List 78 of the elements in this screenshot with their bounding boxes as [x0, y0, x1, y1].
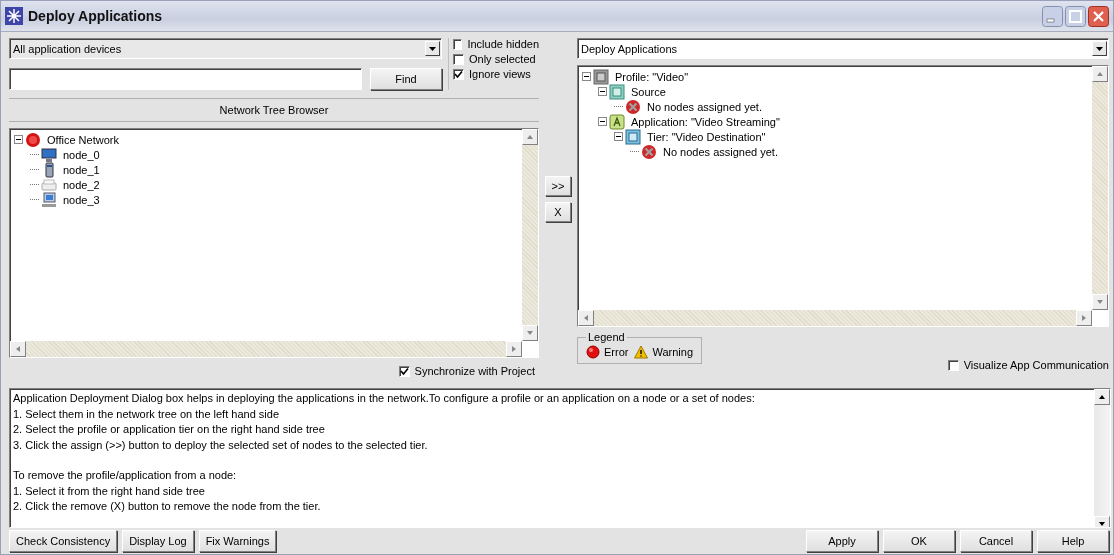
checkbox[interactable] [453, 68, 464, 80]
scroll-down-button[interactable] [1094, 515, 1110, 527]
panel-header: Network Tree Browser [9, 98, 539, 122]
scroll-up-button[interactable] [1094, 389, 1110, 405]
tree-item[interactable]: No nodes assigned yet. [645, 100, 764, 113]
tree-item[interactable]: node_0 [61, 148, 102, 161]
error-icon [641, 143, 657, 160]
tree-item[interactable]: No nodes assigned yet. [661, 145, 780, 158]
scroll-left-button[interactable] [10, 341, 26, 357]
checkbox-label: Include hidden [467, 38, 539, 50]
legend-label: Error [604, 346, 629, 358]
caret-icon [429, 46, 436, 51]
checkbox-label: Visualize App Communication [963, 359, 1109, 371]
checkbox-label: Synchronize with Project [414, 365, 535, 377]
checkbox[interactable] [398, 365, 410, 377]
app-icon [5, 7, 23, 25]
help-text-line: 2. Select the profile or application tier on the right hand side tree [13, 422, 326, 437]
legend-title: Legend [587, 331, 626, 343]
warning-icon [634, 345, 649, 359]
scroll-left-button[interactable] [578, 310, 594, 326]
checkbox[interactable] [947, 359, 959, 371]
window-title: Deploy Applications [28, 8, 164, 24]
tree-item[interactable]: node_2 [61, 178, 102, 191]
minimize-button[interactable] [1042, 5, 1063, 27]
assign-button[interactable]: >> [545, 176, 571, 196]
scroll-right-button[interactable] [506, 341, 522, 357]
error-icon [625, 98, 641, 115]
dialog-button[interactable]: OK [883, 530, 955, 552]
computer-icon [41, 191, 57, 208]
help-text-line: Application Deployment Dialog box helps in deploying the applications in the network.To configure a profile or an application on a node or a set of nodes: [13, 391, 756, 406]
help-text-line: 1. Select it from the right hand side tree [13, 483, 206, 499]
dialog-button[interactable]: Help [1037, 530, 1109, 552]
remove-button[interactable]: X [545, 202, 571, 222]
tree-item[interactable]: Source [629, 85, 668, 98]
square-icon [609, 83, 625, 100]
dialog-button[interactable]: Display Log [122, 530, 194, 552]
dialog-button[interactable]: Apply [806, 530, 878, 552]
scroll-right-button[interactable] [1076, 310, 1092, 326]
expander-icon[interactable] [14, 135, 23, 144]
help-text-line: 3. Click the assign (>>) button to deploy the selected set of nodes to the selected tier. [13, 437, 429, 453]
search-field[interactable] [9, 68, 362, 90]
tree-item[interactable]: node_1 [61, 163, 102, 176]
caret-icon [1096, 46, 1103, 51]
checkbox[interactable] [453, 38, 463, 50]
help-text-line: To remove the profile/application from a node: [13, 468, 238, 483]
maximize-button[interactable] [1065, 5, 1086, 27]
network-icon [25, 131, 41, 148]
checkbox[interactable] [453, 53, 464, 65]
letter-icon [609, 113, 625, 130]
tree-item[interactable]: Office Network [45, 133, 121, 146]
dialog-button[interactable]: Cancel [960, 530, 1032, 552]
dropdown[interactable]: Deploy Applications [577, 38, 1109, 59]
help-text-line: 1. Select them in the network tree on the left hand side [13, 406, 280, 422]
square-icon [593, 68, 609, 85]
expander-icon[interactable] [614, 132, 623, 141]
printer-icon [41, 176, 57, 193]
dropdown[interactable]: All application devices [9, 38, 442, 59]
checkbox-label: Ignore views [469, 68, 531, 80]
legend-label: Warning [652, 346, 693, 358]
scroll-bar[interactable] [10, 341, 522, 357]
expander-icon[interactable] [598, 117, 607, 126]
expander-icon[interactable] [582, 72, 591, 81]
monitor-icon [41, 146, 57, 163]
dialog-button[interactable]: Fix Warnings [198, 530, 277, 552]
checkbox-label: Only selected [469, 53, 536, 65]
find-button[interactable]: Find [370, 68, 442, 90]
expander-icon[interactable] [598, 87, 607, 96]
tree-item[interactable]: Tier: "Video Destination" [645, 130, 768, 143]
tree-item[interactable]: Profile: "Video" [613, 70, 691, 83]
tree-item[interactable]: Application: "Video Streaming" [629, 115, 782, 128]
scroll-bar[interactable] [1094, 389, 1110, 527]
tree-item[interactable]: node_3 [61, 193, 102, 206]
square-icon [625, 128, 641, 145]
help-text-line: 2. Click the remove (X) button to remove the node from the tier. [13, 499, 322, 514]
close-button[interactable] [1088, 5, 1109, 27]
scroll-bar[interactable] [578, 310, 1092, 326]
error-icon [586, 345, 600, 359]
dialog-button[interactable]: Check Consistency [9, 530, 118, 552]
